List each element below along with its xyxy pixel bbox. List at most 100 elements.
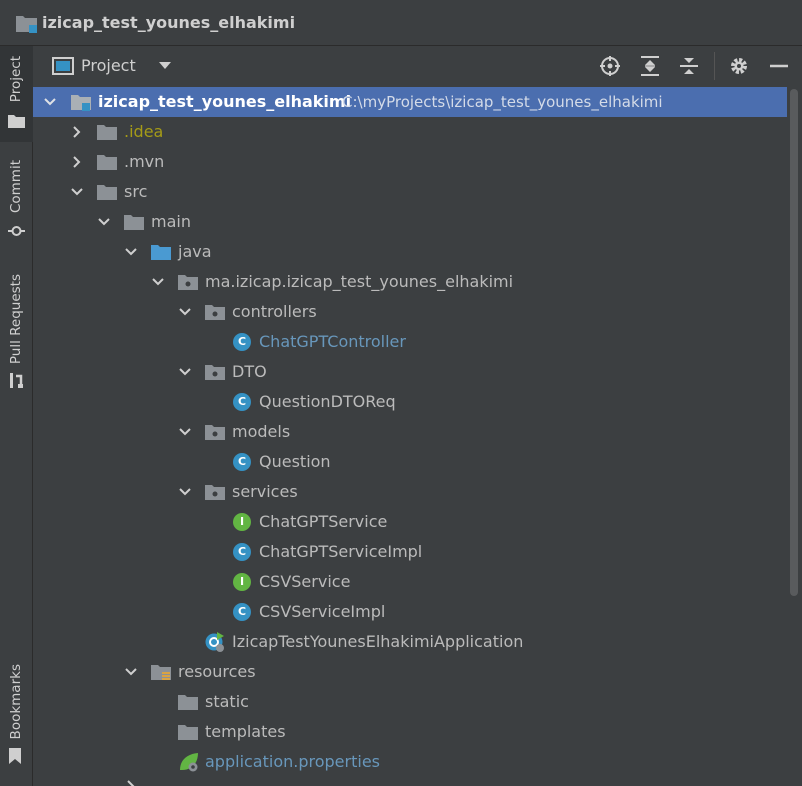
tree-row-csv-service-impl[interactable]: C CSVServiceImpl <box>33 597 787 627</box>
package-icon <box>205 485 225 500</box>
chevron-down-icon[interactable] <box>158 58 172 72</box>
chevron-down-icon[interactable] <box>179 426 191 438</box>
tree-item-label: CSVService <box>259 572 351 591</box>
tree-row-controllers[interactable]: controllers <box>33 297 787 327</box>
tree-row-templates[interactable]: templates <box>33 717 787 747</box>
tree-row-static[interactable]: static <box>33 687 787 717</box>
package-icon <box>205 365 225 380</box>
folder-icon <box>97 155 117 170</box>
tree-row-package[interactable]: ma.izicap.izicap_test_younes_elhakimi <box>33 267 787 297</box>
class-icon: C <box>233 603 251 621</box>
tree-row-application[interactable]: IzicapTestYounesElhakimiApplication <box>33 627 787 657</box>
tree-row-chatgpt-service-impl[interactable]: C ChatGPTServiceImpl <box>33 537 787 567</box>
folder-icon <box>178 725 198 740</box>
chevron-down-icon[interactable] <box>179 486 191 498</box>
toolbar-divider <box>714 52 715 80</box>
tree-row-partial <box>33 777 787 786</box>
tree-item-label: resources <box>178 662 256 681</box>
tree-item-label: controllers <box>232 302 317 321</box>
tree-item-label: ChatGPTServiceImpl <box>259 542 423 561</box>
tree-row-csv-service[interactable]: I CSVService <box>33 567 787 597</box>
package-icon <box>178 275 198 290</box>
scrollbar-thumb[interactable] <box>790 89 798 596</box>
tree-row-main[interactable]: main <box>33 207 787 237</box>
interface-icon: I <box>233 573 251 591</box>
sidebar-tab-label: Bookmarks <box>8 664 24 740</box>
chevron-down-icon[interactable] <box>71 186 83 198</box>
tree-item-label: java <box>178 242 212 261</box>
tree-row-root[interactable]: izicap_test_younes_elhakimi C:\myProject… <box>33 87 787 117</box>
project-module-icon <box>16 16 37 33</box>
tree-row-resources[interactable]: resources <box>33 657 787 687</box>
spring-properties-icon <box>180 753 198 772</box>
source-folder-icon <box>151 245 171 260</box>
panel-title[interactable]: Project <box>81 56 136 75</box>
chevron-down-icon[interactable] <box>98 216 110 228</box>
tree-row-chatgpt-controller[interactable]: C ChatGPTController <box>33 327 787 357</box>
tree-row-question-dto-req[interactable]: C QuestionDTOReq <box>33 387 787 417</box>
project-tree[interactable]: izicap_test_younes_elhakimi C:\myProject… <box>33 87 787 786</box>
folder-icon <box>97 185 117 200</box>
tree-row-src[interactable]: src <box>33 177 787 207</box>
left-tool-strip: Project Commit Pull Requests Bookmarks <box>0 46 33 786</box>
tree-item-label: templates <box>205 722 286 741</box>
chevron-down-icon[interactable] <box>125 246 137 258</box>
window-title: izicap_test_younes_elhakimi <box>42 13 296 32</box>
tree-item-label: Question <box>259 452 331 471</box>
bookmark-icon <box>9 748 21 764</box>
folder-icon <box>178 695 198 710</box>
tree-row-idea[interactable]: .idea <box>33 117 787 147</box>
minimize-icon[interactable] <box>768 55 790 77</box>
chevron-down-icon[interactable] <box>179 306 191 318</box>
class-icon: C <box>233 453 251 471</box>
tree-item-label: application.properties <box>205 752 380 771</box>
folder-icon <box>124 215 144 230</box>
tree-scrollbar[interactable] <box>787 87 802 786</box>
tree-row-chatgpt-service[interactable]: I ChatGPTService <box>33 507 787 537</box>
expand-all-icon[interactable] <box>639 55 661 77</box>
locate-icon[interactable] <box>599 55 621 77</box>
window-titlebar: izicap_test_younes_elhakimi <box>0 0 802 46</box>
tree-item-label: .mvn <box>124 152 165 171</box>
tree-row-question[interactable]: C Question <box>33 447 787 477</box>
chevron-right-icon[interactable] <box>71 126 83 138</box>
folder-icon <box>97 125 117 140</box>
tree-row-mvn[interactable]: .mvn <box>33 147 787 177</box>
tree-item-label: models <box>232 422 291 441</box>
tree-item-label: CSVServiceImpl <box>259 602 386 621</box>
collapse-all-icon[interactable] <box>678 55 700 77</box>
chevron-down-icon[interactable] <box>152 276 164 288</box>
sidebar-tab-project[interactable]: Project <box>0 46 33 142</box>
sidebar-tab-pull-requests[interactable]: Pull Requests <box>0 268 33 396</box>
tree-item-label: main <box>151 212 191 231</box>
tree-row-models[interactable]: models <box>33 417 787 447</box>
gear-icon[interactable] <box>728 55 750 77</box>
project-view-icon <box>52 57 74 75</box>
class-icon: C <box>233 393 251 411</box>
chevron-right-icon[interactable] <box>71 156 83 168</box>
tree-item-label: ChatGPTController <box>259 332 406 351</box>
sidebar-tab-bookmarks[interactable]: Bookmarks <box>0 658 33 770</box>
tree-row-dto[interactable]: DTO <box>33 357 787 387</box>
commit-icon <box>8 226 25 236</box>
tree-row-application-properties[interactable]: application.properties <box>33 747 787 777</box>
chevron-down-icon[interactable] <box>44 96 56 108</box>
folder-icon <box>8 115 25 128</box>
sidebar-tab-commit[interactable]: Commit <box>0 154 33 244</box>
project-module-icon <box>71 95 91 111</box>
tree-row-services[interactable]: services <box>33 477 787 507</box>
project-panel-header: Project <box>33 46 802 87</box>
tree-item-label: src <box>124 182 148 201</box>
tree-item-label: static <box>205 692 249 711</box>
tree-row-java[interactable]: java <box>33 237 787 267</box>
tree-item-label: .idea <box>124 122 164 141</box>
tree-item-label: DTO <box>232 362 267 381</box>
tree-item-label: QuestionDTOReq <box>259 392 396 411</box>
chevron-right-icon[interactable] <box>125 780 137 786</box>
chevron-down-icon[interactable] <box>125 666 137 678</box>
package-icon <box>205 305 225 320</box>
tree-item-label: ChatGPTService <box>259 512 388 531</box>
interface-icon: I <box>233 513 251 531</box>
sidebar-tab-label: Project <box>8 56 24 103</box>
chevron-down-icon[interactable] <box>179 366 191 378</box>
